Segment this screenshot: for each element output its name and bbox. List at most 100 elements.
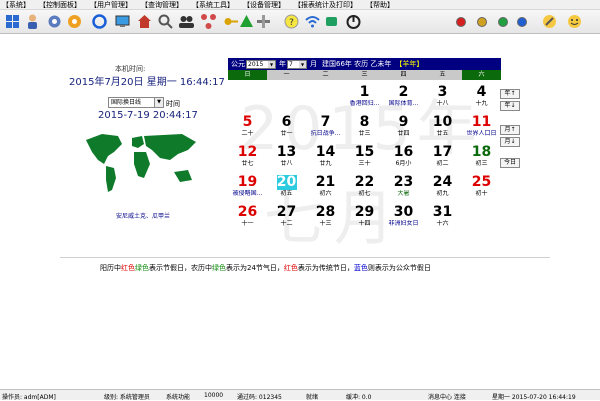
calendar-day[interactable]: 26 十一 <box>228 200 267 230</box>
restore-dot-icon[interactable] <box>517 17 527 27</box>
key-icon[interactable] <box>222 13 239 30</box>
calendar-day[interactable]: 22 初七 <box>345 170 384 200</box>
smiley-icon[interactable] <box>566 13 583 30</box>
calendar-day-today[interactable]: 20 初五 <box>267 170 306 200</box>
lunar-label: 初三 <box>475 160 488 167</box>
calendar-day[interactable]: 27 十二 <box>267 200 306 230</box>
weekday-thu: 四 <box>384 70 423 80</box>
menu-control-panel[interactable]: 【控制面板】 <box>37 0 83 10</box>
calendar-day[interactable]: 25 初十 <box>462 170 501 200</box>
month-label: 月 <box>310 60 317 68</box>
minimize-dot-icon[interactable] <box>477 17 487 27</box>
day-number: 27 <box>276 204 297 220</box>
calendar-day[interactable]: 3 十八 <box>423 80 462 110</box>
legend-text-4: 表示为传统节日， <box>297 264 354 272</box>
menu-system[interactable]: 【系统】 <box>0 0 32 10</box>
edit-icon[interactable] <box>541 13 558 30</box>
lunar-label: 廿七 <box>241 160 254 167</box>
calendar-day[interactable]: 8 廿三 <box>345 110 384 140</box>
wifi-icon[interactable] <box>304 13 321 30</box>
tools-icon[interactable] <box>255 13 272 30</box>
calendar-day[interactable]: 13 廿八 <box>267 140 306 170</box>
month-up-button[interactable]: 月↑ <box>500 125 520 135</box>
network-icon[interactable] <box>200 13 217 30</box>
calendar-day[interactable]: 17 初二 <box>423 140 462 170</box>
calendar-day[interactable]: 5 二十 <box>228 110 267 140</box>
lunar-label: 初二 <box>436 160 449 167</box>
menu-reports-print[interactable]: 【报表统计及打印】 <box>292 0 359 10</box>
close-dot-icon[interactable] <box>456 17 466 27</box>
day-number: 30 <box>393 204 414 220</box>
day-number: 2 <box>398 84 409 100</box>
calendar-day[interactable]: 16 6月小 <box>384 140 423 170</box>
gear-icon[interactable] <box>46 13 63 30</box>
calendar-day[interactable]: 29 十四 <box>345 200 384 230</box>
help-icon[interactable]: ? <box>283 13 300 30</box>
year-select[interactable]: 2015 ▼ <box>246 59 276 69</box>
year-up-button[interactable]: 年↑ <box>500 89 520 99</box>
settings-gear-icon[interactable] <box>66 13 83 30</box>
calendar-day[interactable]: 21 初六 <box>306 170 345 200</box>
layout-icon[interactable] <box>4 13 21 30</box>
svg-text:?: ? <box>289 18 294 28</box>
month-select[interactable]: 7 ▼ <box>287 59 307 69</box>
calendar-day[interactable]: 1 香港回归... <box>345 80 384 110</box>
menu-system-tools[interactable]: 【系统工具】 <box>190 0 236 10</box>
menu-query-management[interactable]: 【查询管理】 <box>139 0 185 10</box>
day-number: 21 <box>315 174 336 190</box>
legend: 阳历中红色绿色表示节假日，农历中绿色表示为24节气日，红色表示为传统节日，蓝色则… <box>100 263 431 273</box>
maximize-dot-icon[interactable] <box>498 17 508 27</box>
calendar-day[interactable]: 19 被侵略国... <box>228 170 267 200</box>
menu-help[interactable]: 【帮助】 <box>364 0 396 10</box>
lunar-label: 廿八 <box>280 160 293 167</box>
calendar-grid: 1 香港回归... 2 国际体育... 3 十八 4 十九 5 二十 6 廿一 7 抗日战争... 8 廿三 9… <box>228 80 501 230</box>
today-button[interactable]: 今日 <box>500 158 520 168</box>
monitor-icon[interactable] <box>114 13 131 30</box>
menu-user-management[interactable]: 【用户管理】 <box>88 0 134 10</box>
month-down-button[interactable]: 月↓ <box>500 137 520 147</box>
chevron-down-icon[interactable]: ▼ <box>268 60 275 68</box>
tree-icon[interactable] <box>238 13 255 30</box>
phone-icon[interactable] <box>323 13 340 30</box>
calendar-day[interactable]: 31 十六 <box>423 200 462 230</box>
lunar-label: 世界人口日 <box>466 130 497 137</box>
users-icon[interactable] <box>178 13 195 30</box>
timezone-select[interactable]: 国际换日线 ▼ <box>108 97 164 108</box>
calendar-day[interactable]: 9 廿四 <box>384 110 423 140</box>
calendar-day[interactable]: 2 国际体育... <box>384 80 423 110</box>
lunar-label: 十六 <box>436 220 449 227</box>
lunar-label: 6月小 <box>395 160 412 167</box>
calendar-day[interactable]: 14 廿九 <box>306 140 345 170</box>
calendar-day[interactable]: 12 廿七 <box>228 140 267 170</box>
menu-device-management[interactable]: 【设备管理】 <box>241 0 287 10</box>
day-number: 18 <box>471 144 492 160</box>
home-icon[interactable] <box>136 13 153 30</box>
legend-red-1: 红色 <box>121 264 135 272</box>
calendar-header: 公元 2015 ▼ 年 7 ▼ 月 建国66年 农历 乙未年 【羊年】 <box>228 58 501 70</box>
calendar-day[interactable]: 10 廿五 <box>423 110 462 140</box>
lunar-label: 廿九 <box>319 160 332 167</box>
day-number: 5 <box>242 114 253 130</box>
weekday-wed: 三 <box>345 70 384 80</box>
month-value: 7 <box>289 60 293 68</box>
calendar-day[interactable]: 7 抗日战争... <box>306 110 345 140</box>
user-icon[interactable] <box>24 13 41 30</box>
calendar-day[interactable]: 18 初三 <box>462 140 501 170</box>
lunar-label: 大暑 <box>397 190 410 197</box>
year-label: 年 <box>279 60 286 68</box>
calendar-day[interactable]: 30 非洲妇女日 <box>384 200 423 230</box>
calendar-day[interactable]: 6 廿一 <box>267 110 306 140</box>
chevron-down-icon[interactable]: ▼ <box>299 60 306 68</box>
refresh-icon[interactable] <box>91 13 108 30</box>
calendar-day[interactable]: 11 世界人口日 <box>462 110 501 140</box>
day-number: 7 <box>320 114 331 130</box>
calendar-day[interactable]: 15 三十 <box>345 140 384 170</box>
power-icon[interactable] <box>345 13 362 30</box>
calendar-day[interactable]: 4 十九 <box>462 80 501 110</box>
calendar-day[interactable]: 28 十三 <box>306 200 345 230</box>
search-icon[interactable] <box>157 13 174 30</box>
calendar-day[interactable]: 24 初九 <box>423 170 462 200</box>
year-down-button[interactable]: 年↓ <box>500 101 520 111</box>
calendar-day[interactable]: 23 大暑 <box>384 170 423 200</box>
chevron-down-icon[interactable]: ▼ <box>154 98 163 107</box>
